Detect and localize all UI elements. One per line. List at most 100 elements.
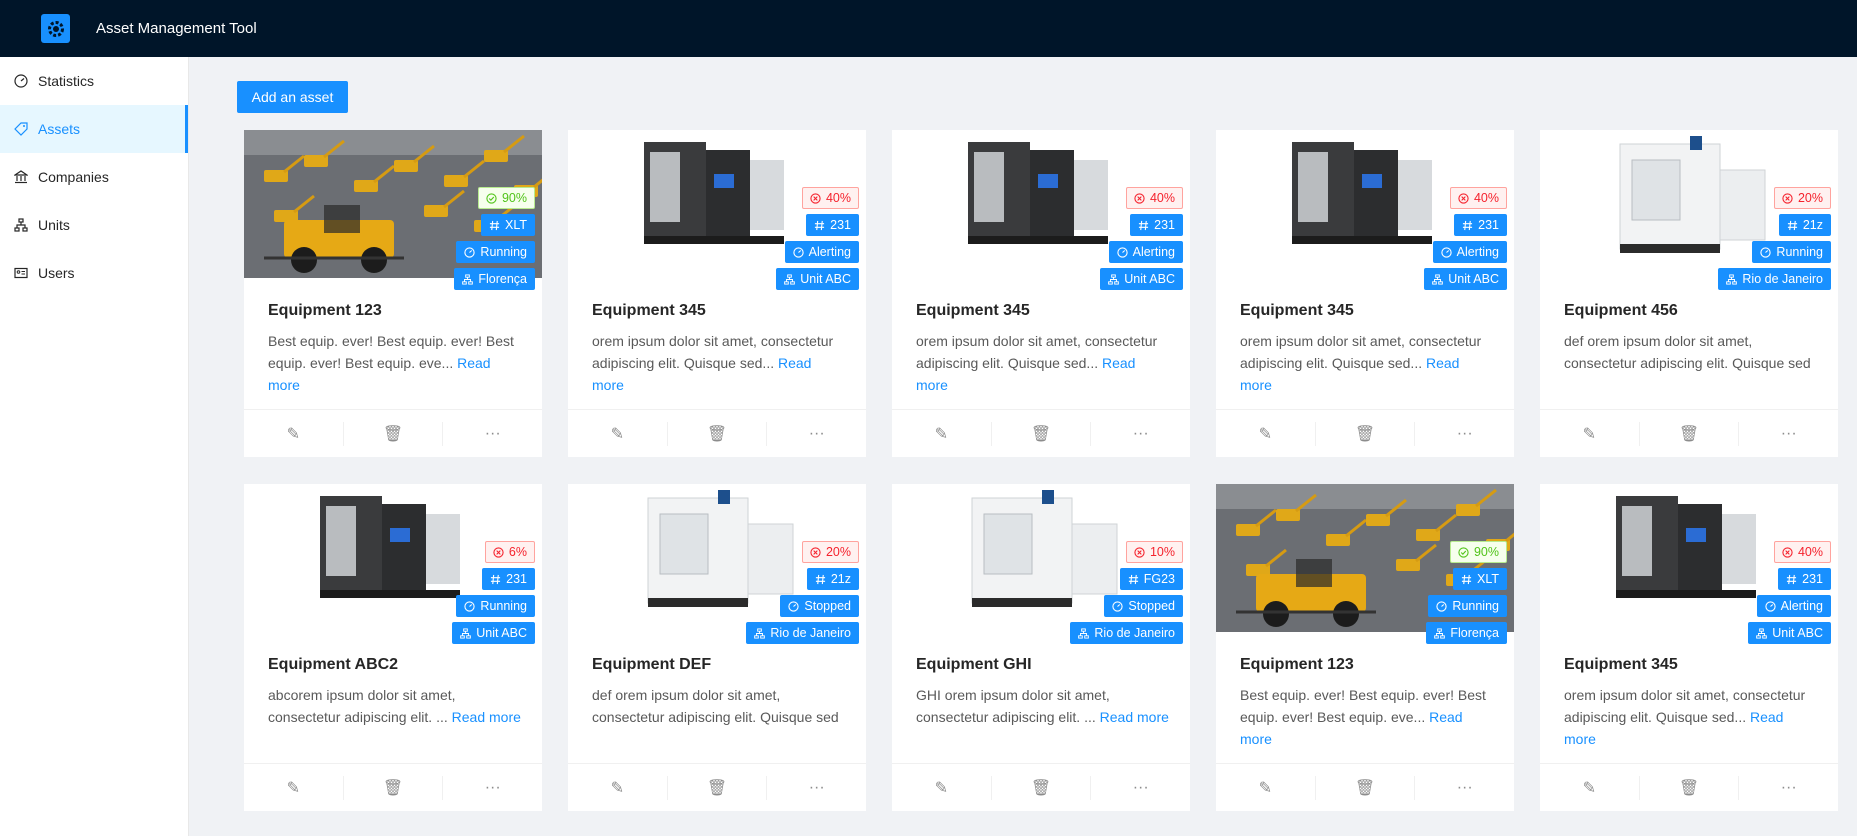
asset-card[interactable]: 6% 231 Running Unit ABC Equipment ABC2 abcore… (244, 484, 542, 811)
asset-title: Equipment ABC2 (268, 656, 399, 673)
delete-button[interactable]: 🗑 (990, 421, 1091, 446)
delete-button[interactable]: 🗑 (1638, 775, 1739, 800)
model-badge-label: 231 (1802, 572, 1823, 586)
edit-icon: ✎ (1582, 779, 1597, 797)
number-icon (1461, 574, 1472, 585)
edit-button[interactable]: ✎ (568, 776, 667, 800)
edit-button[interactable]: ✎ (1540, 776, 1639, 800)
more-button[interactable]: ··· (1738, 775, 1838, 800)
health-badge: 40% (801, 187, 859, 209)
status-badge-label: Running (1776, 245, 1823, 259)
asset-card[interactable]: 90% XLT Running Florença Equipment 123 Best e… (1216, 484, 1514, 811)
asset-card[interactable]: 20% 21z Running Rio de Janeiro Equipment 456… (1540, 130, 1838, 457)
delete-button[interactable]: 🗑 (666, 421, 767, 446)
asset-card[interactable]: 40% 231 Alerting Unit ABC Equipment 345 orem … (892, 130, 1190, 457)
health-badge: 90% (1449, 541, 1507, 563)
model-badge-label: 231 (830, 218, 851, 232)
unit-badge-label: Unit ABC (800, 272, 851, 286)
cluster-icon (1108, 273, 1120, 285)
asset-title: Equipment DEF (592, 656, 712, 673)
delete-button[interactable]: 🗑 (342, 421, 443, 446)
card-actions: ✎ 🗑 ··· (892, 409, 1190, 457)
unit-badge-label: Rio de Janeiro (1742, 272, 1823, 286)
asset-card-grid: 90% XLT Running Florença Equipment 123 Best e… (0, 0, 1857, 836)
delete-button[interactable]: 🗑 (1314, 421, 1415, 446)
asset-card[interactable]: 10% FG23 Stopped Rio de Janeiro Equipment GH… (892, 484, 1190, 811)
health-badge-label: 40% (1473, 191, 1499, 205)
status-badge: Running (1428, 595, 1507, 617)
edit-button[interactable]: ✎ (892, 776, 991, 800)
more-button[interactable]: ··· (442, 421, 542, 446)
read-more-link[interactable]: Read more (1100, 709, 1169, 725)
unit-badge: Unit ABC (776, 268, 859, 290)
delete-button[interactable]: 🗑 (342, 775, 443, 800)
more-icon: ··· (1456, 424, 1473, 442)
asset-card[interactable]: 20% 21z Stopped Rio de Janeiro Equipment DEF… (568, 484, 866, 811)
asset-description: def orem ipsum dolor sit amet, consectet… (1564, 330, 1819, 374)
asset-title: Equipment GHI (916, 656, 1032, 673)
more-button[interactable]: ··· (1414, 775, 1514, 800)
more-button[interactable]: ··· (1414, 421, 1514, 446)
card-actions: ✎ 🗑 ··· (244, 409, 542, 457)
number-icon (814, 220, 825, 231)
card-actions: ✎ 🗑 ··· (244, 763, 542, 811)
read-more-link[interactable]: Read more (452, 709, 521, 725)
edit-button[interactable]: ✎ (244, 776, 343, 800)
more-icon: ··· (484, 424, 501, 442)
status-badge: Alerting (784, 241, 859, 263)
health-badge: 90% (477, 187, 535, 209)
edit-button[interactable]: ✎ (892, 422, 991, 446)
model-badge: XLT (481, 214, 535, 236)
model-badge-label: XLT (505, 218, 527, 232)
more-icon: ··· (1132, 424, 1149, 442)
model-badge: FG23 (1119, 568, 1183, 590)
more-button[interactable]: ··· (1090, 421, 1190, 446)
asset-tags: 40% 231 Alerting Unit ABC (1424, 187, 1507, 290)
health-badge: 40% (1125, 187, 1183, 209)
asset-card[interactable]: 40% 231 Alerting Unit ABC Equipment 345 orem … (1540, 484, 1838, 811)
asset-card[interactable]: 40% 231 Alerting Unit ABC Equipment 345 orem … (568, 130, 866, 457)
model-badge: 231 (1454, 214, 1507, 236)
health-badge: 40% (1449, 187, 1507, 209)
edit-button[interactable]: ✎ (1216, 776, 1315, 800)
number-icon (489, 220, 500, 231)
model-badge-label: 231 (1154, 218, 1175, 232)
more-button[interactable]: ··· (766, 421, 866, 446)
status-badge-label: Stopped (1128, 599, 1175, 613)
model-badge-label: XLT (1477, 572, 1499, 586)
number-icon (1138, 220, 1149, 231)
unit-badge-label: Rio de Janeiro (1094, 626, 1175, 640)
status-badge: Alerting (1108, 241, 1183, 263)
edit-button[interactable]: ✎ (568, 422, 667, 446)
edit-button[interactable]: ✎ (244, 422, 343, 446)
status-badge: Running (1752, 241, 1831, 263)
dashboard-icon (1112, 600, 1124, 612)
status-badge-label: Running (480, 245, 527, 259)
dashboard-icon (464, 600, 476, 612)
asset-description-text: GHI orem ipsum dolor sit amet, consectet… (916, 687, 1110, 725)
edit-button[interactable]: ✎ (1540, 422, 1639, 446)
edit-button[interactable]: ✎ (1216, 422, 1315, 446)
delete-icon: 🗑 (1030, 779, 1052, 797)
more-button[interactable]: ··· (766, 775, 866, 800)
health-badge-label: 10% (1149, 545, 1175, 559)
more-button[interactable]: ··· (1738, 421, 1838, 446)
asset-card[interactable]: 40% 231 Alerting Unit ABC Equipment 345 orem … (1216, 130, 1514, 457)
more-button[interactable]: ··· (442, 775, 542, 800)
delete-button[interactable]: 🗑 (1314, 775, 1415, 800)
cluster-icon (754, 627, 766, 639)
unit-badge-label: Rio de Janeiro (770, 626, 851, 640)
delete-icon: 🗑 (1678, 779, 1700, 797)
asset-title: Equipment 123 (1240, 656, 1354, 673)
asset-title: Equipment 345 (592, 302, 706, 319)
delete-button[interactable]: 🗑 (990, 775, 1091, 800)
model-badge: XLT (1453, 568, 1507, 590)
asset-description: orem ipsum dolor sit amet, consectetur a… (916, 330, 1171, 396)
number-icon (1128, 574, 1139, 585)
card-actions: ✎ 🗑 ··· (1540, 763, 1838, 811)
more-button[interactable]: ··· (1090, 775, 1190, 800)
delete-button[interactable]: 🗑 (666, 775, 767, 800)
asset-card[interactable]: 90% XLT Running Florença Equipment 123 Best e… (244, 130, 542, 457)
model-badge-label: 231 (506, 572, 527, 586)
delete-button[interactable]: 🗑 (1638, 421, 1739, 446)
